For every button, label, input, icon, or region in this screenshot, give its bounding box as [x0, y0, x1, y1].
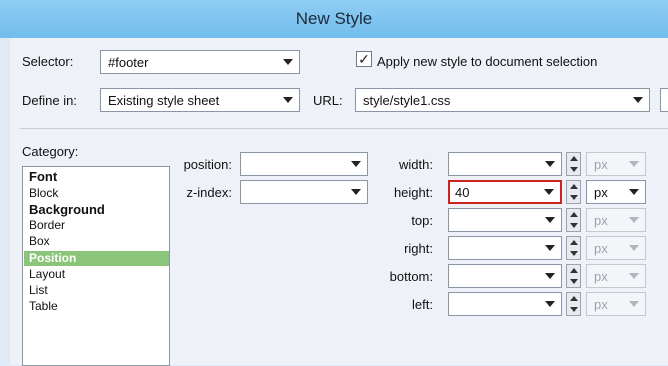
- category-item-border[interactable]: Border: [24, 218, 169, 233]
- url-dropdown[interactable]: style/style1.css: [355, 88, 650, 112]
- top-unit-dropdown[interactable]: px: [586, 208, 646, 232]
- define-in-label: Define in:: [22, 93, 77, 108]
- dialog-body: Selector: #footer ✓ Apply new style to d…: [10, 38, 668, 366]
- selector-dropdown[interactable]: #footer: [100, 50, 300, 74]
- chevron-down-icon: [629, 161, 639, 167]
- height-dropdown[interactable]: 40: [448, 180, 562, 204]
- chevron-down-icon: [544, 189, 554, 195]
- separator: [20, 128, 668, 129]
- width-dropdown[interactable]: [448, 152, 562, 176]
- category-item-list[interactable]: List: [24, 283, 169, 298]
- position-dropdown[interactable]: [240, 152, 368, 176]
- category-item-box[interactable]: Box: [24, 234, 169, 249]
- bottom-label: bottom:: [389, 269, 433, 284]
- window-title: New Style: [295, 9, 373, 28]
- right-unit-value: px: [594, 241, 608, 256]
- chevron-down-icon: [629, 189, 639, 195]
- left-spinner[interactable]: [566, 292, 581, 316]
- top-label: top:: [411, 213, 433, 228]
- selector-value: #footer: [108, 55, 149, 70]
- chevron-down-icon: [629, 217, 639, 223]
- width-unit-dropdown[interactable]: px: [586, 152, 646, 176]
- width-spinner[interactable]: [566, 152, 581, 176]
- chevron-down-icon: [629, 245, 639, 251]
- apply-style-label: Apply new style to document selection: [377, 54, 598, 69]
- left-label: left:: [412, 297, 433, 312]
- chevron-down-icon: [283, 97, 293, 103]
- position-label: position:: [183, 157, 232, 172]
- zindex-dropdown[interactable]: [240, 180, 368, 204]
- bottom-dropdown[interactable]: [448, 264, 562, 288]
- category-item-position[interactable]: Position: [24, 251, 169, 266]
- top-unit-value: px: [594, 213, 608, 228]
- zindex-label: z-index:: [186, 185, 232, 200]
- bottom-unit-value: px: [594, 269, 608, 284]
- left-unit-value: px: [594, 297, 608, 312]
- category-item-table[interactable]: Table: [24, 299, 169, 314]
- chevron-down-icon: [351, 189, 361, 195]
- apply-style-checkbox[interactable]: ✓: [356, 51, 372, 67]
- chevron-down-icon: [283, 59, 293, 65]
- chevron-down-icon: [545, 301, 555, 307]
- chevron-down-icon: [629, 301, 639, 307]
- selector-label: Selector:: [22, 54, 74, 69]
- category-item-block[interactable]: Block: [24, 186, 169, 201]
- height-label: height:: [393, 185, 433, 200]
- chevron-down-icon: [545, 245, 555, 251]
- right-label: right:: [404, 241, 433, 256]
- top-dropdown[interactable]: [448, 208, 562, 232]
- right-dropdown[interactable]: [448, 236, 562, 260]
- url-label: URL:: [313, 93, 343, 108]
- width-label: width:: [399, 157, 433, 172]
- height-value: 40: [455, 185, 470, 200]
- chevron-down-icon: [629, 273, 639, 279]
- title-bar: New Style: [0, 0, 668, 38]
- define-in-value: Existing style sheet: [108, 93, 220, 108]
- chevron-down-icon: [545, 273, 555, 279]
- left-unit-dropdown[interactable]: px: [586, 292, 646, 316]
- category-list[interactable]: Font Block Background Border Box Positio…: [22, 166, 170, 366]
- define-in-dropdown[interactable]: Existing style sheet: [100, 88, 300, 112]
- category-item-layout[interactable]: Layout: [24, 267, 169, 282]
- chevron-down-icon: [545, 217, 555, 223]
- chevron-down-icon: [545, 161, 555, 167]
- category-item-background[interactable]: Background: [24, 202, 169, 217]
- left-dropdown[interactable]: [448, 292, 562, 316]
- height-unit-dropdown[interactable]: px: [586, 180, 646, 204]
- category-item-font[interactable]: Font: [24, 169, 169, 184]
- top-spinner[interactable]: [566, 208, 581, 232]
- check-icon: ✓: [358, 51, 370, 67]
- height-spinner[interactable]: [566, 180, 581, 204]
- bottom-spinner[interactable]: [566, 264, 581, 288]
- height-unit-value: px: [594, 185, 608, 200]
- category-label: Category:: [22, 144, 79, 159]
- right-spinner[interactable]: [566, 236, 581, 260]
- url-value: style/style1.css: [363, 93, 451, 108]
- chevron-down-icon: [633, 97, 643, 103]
- chevron-down-icon: [351, 161, 361, 167]
- width-unit-value: px: [594, 157, 608, 172]
- browse-button[interactable]: [660, 88, 668, 112]
- right-unit-dropdown[interactable]: px: [586, 236, 646, 260]
- bottom-unit-dropdown[interactable]: px: [586, 264, 646, 288]
